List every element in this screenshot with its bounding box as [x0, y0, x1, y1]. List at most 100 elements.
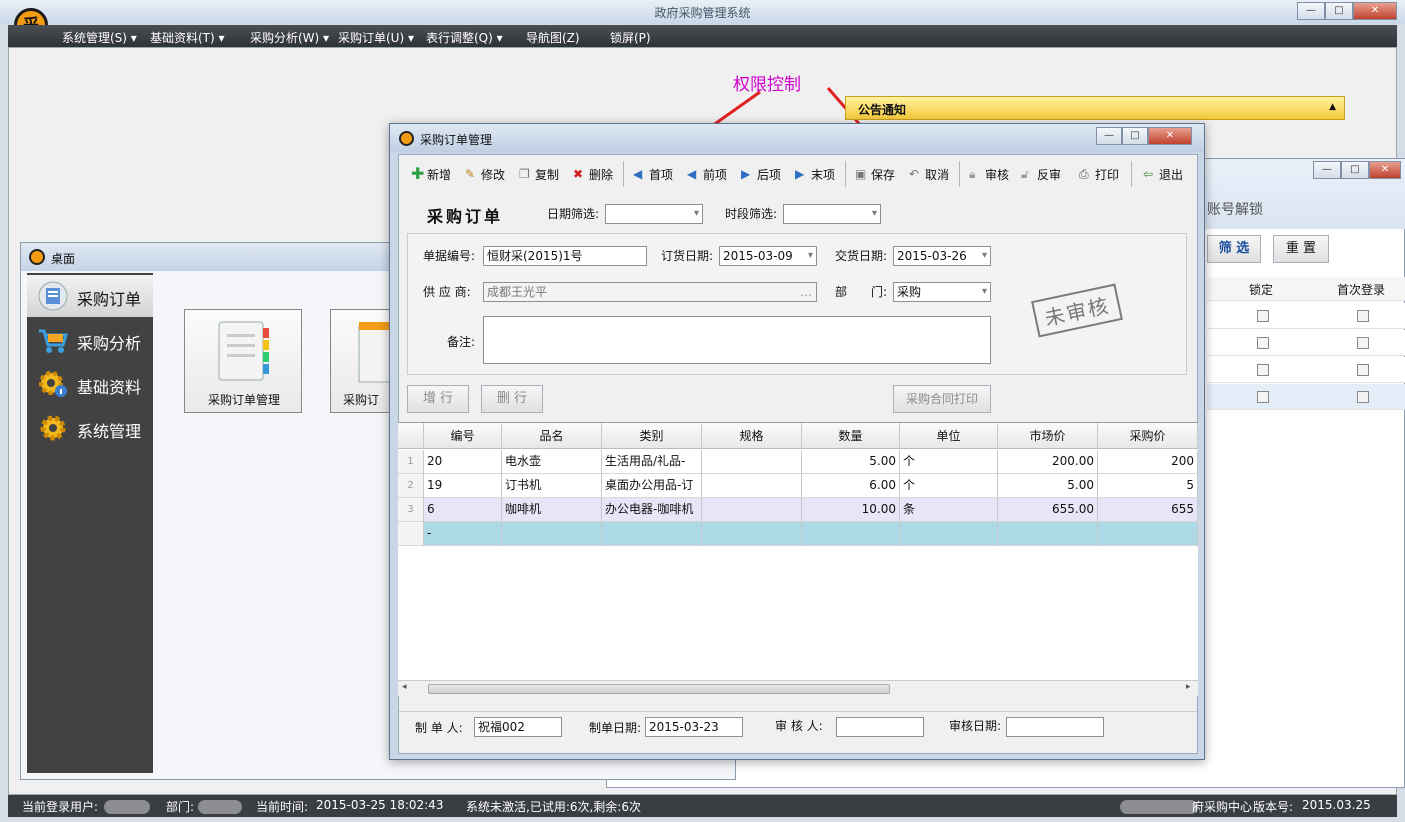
menu-row-adjust[interactable]: 表行调整(Q) ▾ — [426, 29, 503, 46]
create-date-field[interactable]: 2015-03-23 — [645, 717, 743, 737]
table-cell[interactable]: 订书机 — [502, 474, 602, 498]
cancel-button[interactable]: ↶ 取消 — [909, 159, 949, 189]
checkbox[interactable] — [1357, 337, 1369, 349]
maximize-icon[interactable]: □ — [1122, 127, 1148, 145]
table-cell[interactable]: 办公电器-咖啡机 — [602, 498, 702, 522]
grid-horizontal-scrollbar[interactable]: ◂ ▸ — [398, 680, 1198, 696]
exit-button[interactable]: ⇦ 退出 — [1143, 159, 1183, 189]
table-cell[interactable]: 655.00 — [998, 498, 1098, 522]
grid-column-header[interactable]: 规格 — [702, 423, 802, 449]
menu-basic-data[interactable]: 基础资料(T) ▾ — [150, 29, 225, 46]
table-cell[interactable]: 655 — [1098, 498, 1198, 522]
table-cell[interactable]: 个 — [900, 450, 998, 474]
prev-button[interactable]: ◀ 前项 — [687, 159, 727, 189]
table-cell[interactable]: 桌面办公用品-订 — [602, 474, 702, 498]
table-cell[interactable]: 个 — [900, 474, 998, 498]
table-cell[interactable]: 10.00 — [802, 498, 900, 522]
table-cell[interactable] — [702, 498, 802, 522]
first-button[interactable]: ◀ 首项 — [633, 159, 673, 189]
scrollbar-thumb[interactable] — [428, 684, 890, 694]
grid-column-header[interactable]: 类别 — [602, 423, 702, 449]
auditor-field[interactable] — [836, 717, 924, 737]
grid-column-header[interactable]: 采购价 — [1098, 423, 1198, 449]
minimize-icon[interactable]: — — [1297, 2, 1325, 20]
scroll-left-icon[interactable]: ◂ — [402, 682, 407, 692]
list-item[interactable] — [1207, 330, 1405, 356]
table-cell[interactable]: 5.00 — [998, 474, 1098, 498]
sidebar-item-basic-data[interactable]: 基础资料 — [27, 363, 153, 405]
close-icon[interactable]: ✕ — [1369, 161, 1401, 179]
tile-purchase-order-management[interactable]: 采购订单管理 — [184, 309, 302, 413]
supplier-field[interactable]: 成都王光平… — [483, 282, 817, 302]
remark-textarea[interactable] — [483, 316, 991, 364]
tile-purchase-order[interactable]: 采购订 — [330, 309, 390, 413]
date-filter-select[interactable] — [605, 204, 703, 224]
minimize-icon[interactable]: — — [1313, 161, 1341, 179]
dept-select[interactable]: 采购 — [893, 282, 991, 302]
close-icon[interactable]: ✕ — [1148, 127, 1192, 145]
menu-system[interactable]: 系统管理(S) ▾ — [62, 29, 137, 46]
grid-column-header[interactable]: 品名 — [502, 423, 602, 449]
reset-button[interactable]: 重 置 — [1273, 235, 1329, 263]
table-cell[interactable]: 生活用品/礼品- — [602, 450, 702, 474]
list-item[interactable] — [1207, 384, 1405, 410]
grid-column-header[interactable]: 编号 — [424, 423, 502, 449]
table-cell[interactable] — [702, 474, 802, 498]
contract-print-button[interactable]: 采购合同打印 — [893, 385, 991, 413]
creator-field[interactable]: 祝福002 — [474, 717, 562, 737]
menu-purchase-order[interactable]: 采购订单(U) ▾ — [338, 29, 414, 46]
table-cell[interactable]: 6 — [424, 498, 502, 522]
list-item[interactable] — [1207, 357, 1405, 383]
checkbox[interactable] — [1257, 391, 1269, 403]
table-cell[interactable]: 电水壶 — [502, 450, 602, 474]
next-button[interactable]: ▶ 后项 — [741, 159, 781, 189]
notice-panel[interactable]: 公告通知 ▲ — [845, 96, 1345, 120]
checkbox[interactable] — [1357, 364, 1369, 376]
new-row-cell[interactable] — [702, 522, 802, 546]
checkbox[interactable] — [1257, 364, 1269, 376]
new-row-cell[interactable] — [900, 522, 998, 546]
audit-date-field[interactable] — [1006, 717, 1104, 737]
checkbox[interactable] — [1357, 391, 1369, 403]
new-row-cell[interactable] — [998, 522, 1098, 546]
list-item[interactable] — [1207, 303, 1405, 329]
grid-column-header[interactable]: 数量 — [802, 423, 900, 449]
close-icon[interactable]: ✕ — [1353, 2, 1397, 20]
sidebar-item-purchase-order[interactable]: 采购订单 — [27, 275, 153, 317]
save-button[interactable]: ▣ 保存 — [855, 159, 895, 189]
table-cell[interactable]: 200.00 — [998, 450, 1098, 474]
new-row-cell[interactable] — [502, 522, 602, 546]
new-row-marker[interactable] — [398, 522, 424, 546]
new-button[interactable]: ✚ 新增 — [411, 159, 451, 189]
collapse-icon[interactable]: ▲ — [1329, 102, 1336, 112]
menu-purchase-analysis[interactable]: 采购分析(W) ▾ — [250, 29, 329, 46]
table-cell[interactable]: 咖啡机 — [502, 498, 602, 522]
doc-no-field[interactable]: 恒财采(2015)1号 — [483, 246, 647, 266]
maximize-icon[interactable]: □ — [1341, 161, 1369, 179]
print-button[interactable]: ⎙ 打印 — [1079, 159, 1119, 189]
audit-button[interactable]: 🔒︎ 审核 — [969, 159, 1009, 189]
grid-column-header[interactable]: 市场价 — [998, 423, 1098, 449]
unaudit-button[interactable]: 🔓︎ 反审 — [1021, 159, 1061, 189]
sidebar-item-purchase-analysis[interactable]: 采购分析 — [27, 319, 153, 361]
table-cell[interactable]: 条 — [900, 498, 998, 522]
scroll-right-icon[interactable]: ▸ — [1186, 682, 1191, 692]
edit-button[interactable]: ✎ 修改 — [465, 159, 505, 189]
table-cell[interactable]: 6.00 — [802, 474, 900, 498]
maximize-icon[interactable]: □ — [1325, 2, 1353, 20]
checkbox[interactable] — [1257, 310, 1269, 322]
order-date-field[interactable]: 2015-03-09 — [719, 246, 817, 266]
checkbox[interactable] — [1357, 310, 1369, 322]
new-row-cell[interactable] — [802, 522, 900, 546]
table-cell[interactable] — [702, 450, 802, 474]
table-cell[interactable]: 19 — [424, 474, 502, 498]
menu-nav-map[interactable]: 导航图(Z) — [526, 29, 580, 46]
table-cell[interactable]: 20 — [424, 450, 502, 474]
new-row-cell[interactable] — [1098, 522, 1198, 546]
delete-row-button[interactable]: 删 行 — [481, 385, 543, 413]
period-filter-select[interactable] — [783, 204, 881, 224]
add-row-button[interactable]: 增 行 — [407, 385, 469, 413]
table-cell[interactable]: 5.00 — [802, 450, 900, 474]
checkbox[interactable] — [1257, 337, 1269, 349]
new-row-cell[interactable] — [602, 522, 702, 546]
